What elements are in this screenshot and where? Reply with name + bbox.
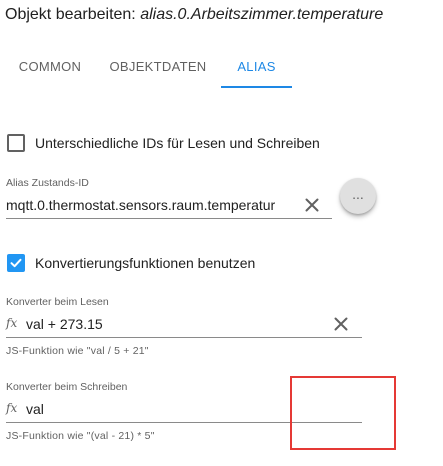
use-conversion-label: Konvertierungsfunktionen benutzen (35, 255, 256, 271)
highlight-annotation (290, 376, 396, 450)
tab-objektdaten[interactable]: OBJEKTDATEN (102, 48, 214, 86)
read-converter-field: fx (6, 313, 362, 338)
tab-alias[interactable]: ALIAS (221, 48, 292, 86)
state-id-field (6, 194, 332, 219)
state-id-input[interactable] (6, 194, 286, 216)
edit-object-dialog: Objekt bearbeiten: alias.0.Arbeitszimmer… (0, 0, 443, 466)
fx-icon: fx (6, 316, 18, 330)
separate-ids-label: Unterschiedliche IDs für Lesen und Schre… (35, 135, 320, 151)
use-conversion-checkbox[interactable] (7, 254, 25, 272)
clear-state-id-button[interactable] (304, 197, 320, 213)
close-icon (305, 198, 319, 212)
active-tab-indicator (221, 86, 292, 88)
select-id-button[interactable]: ... (340, 178, 376, 214)
write-converter-label: Konverter beim Schreiben (6, 381, 128, 393)
separate-ids-checkbox-row[interactable]: Unterschiedliche IDs für Lesen und Schre… (7, 134, 320, 152)
check-icon (10, 258, 22, 268)
read-converter-helper: JS-Funktion wie "val / 5 + 21" (6, 345, 149, 357)
separate-ids-checkbox[interactable] (7, 134, 25, 152)
close-icon (334, 317, 348, 331)
dialog-title: Objekt bearbeiten: alias.0.Arbeitszimmer… (5, 6, 383, 24)
use-conversion-checkbox-row[interactable]: Konvertierungsfunktionen benutzen (7, 254, 255, 272)
fx-icon: fx (6, 401, 18, 415)
write-converter-helper: JS-Funktion wie "(val - 21) * 5" (6, 430, 155, 442)
tab-bar: COMMON OBJEKTDATEN ALIAS (0, 48, 443, 88)
tab-common[interactable]: COMMON (10, 48, 90, 86)
write-converter-input[interactable] (26, 398, 326, 420)
dialog-title-prefix: Objekt bearbeiten: (5, 6, 141, 23)
read-converter-input[interactable] (26, 313, 326, 335)
clear-read-converter-button[interactable] (333, 316, 349, 332)
state-id-label: Alias Zustands-ID (6, 177, 89, 189)
read-converter-label: Konverter beim Lesen (6, 296, 109, 308)
dialog-object-id: alias.0.Arbeitszimmer.temperature (140, 6, 384, 23)
